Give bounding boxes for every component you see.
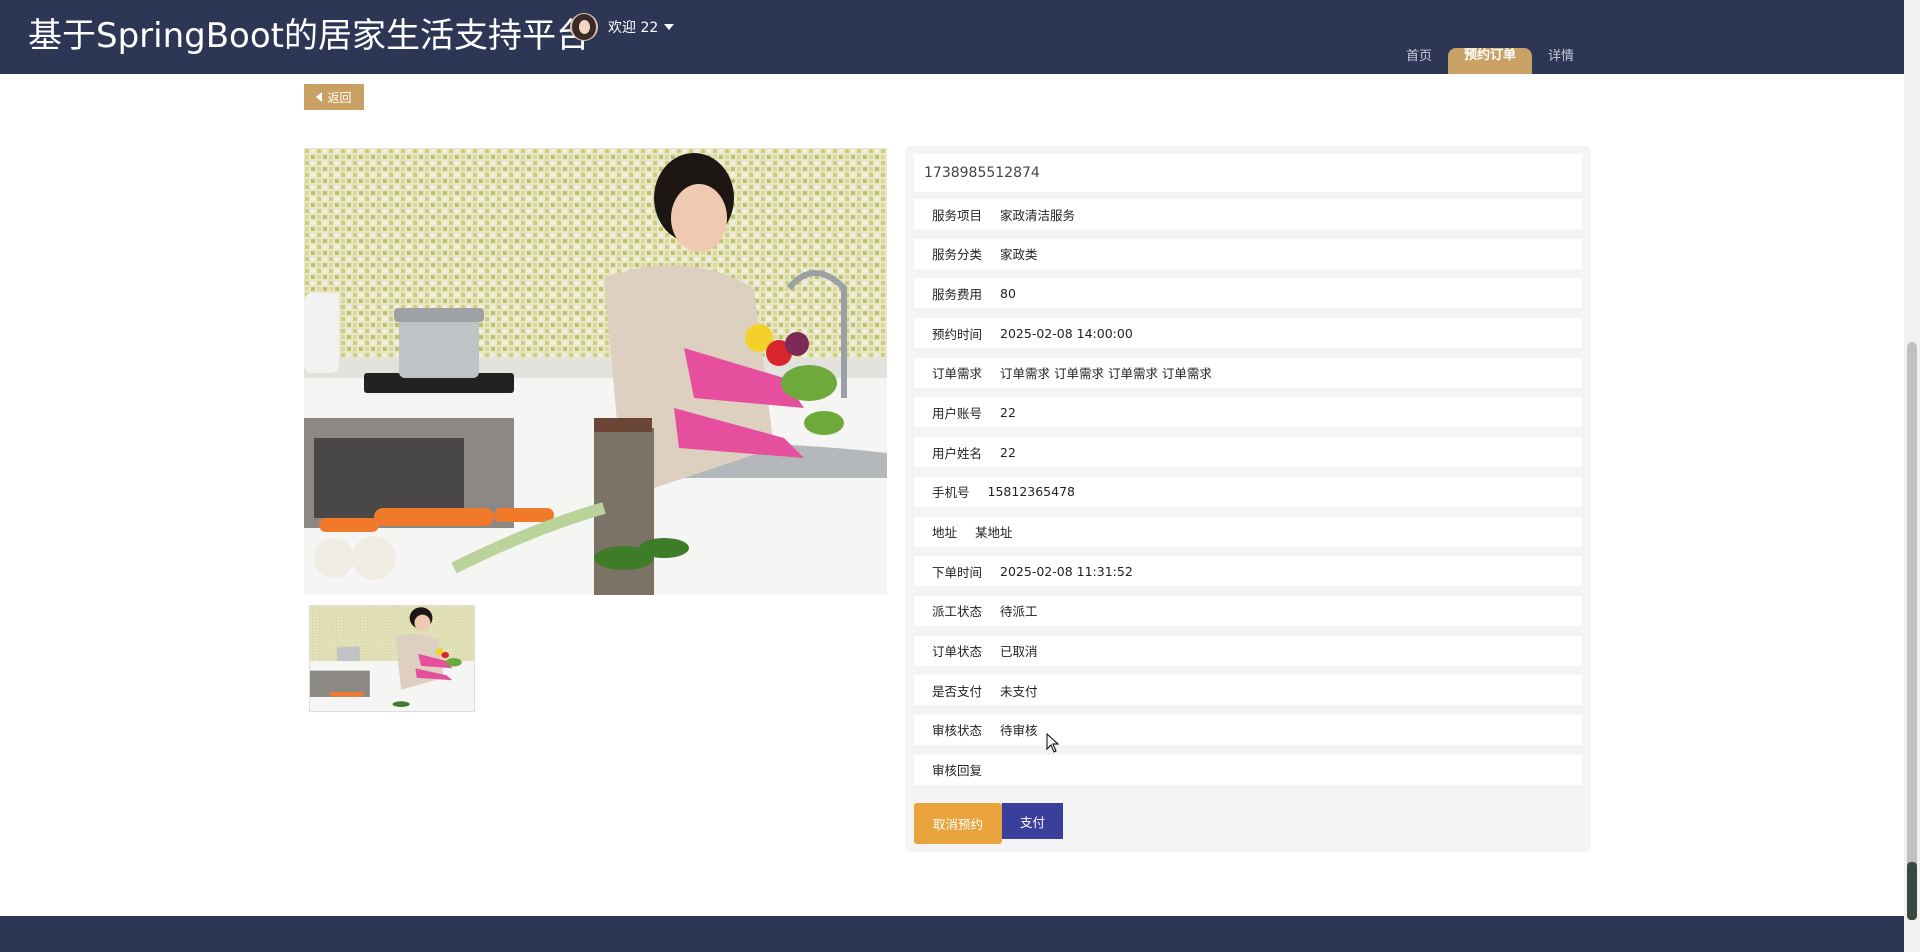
back-button-label: 返回 xyxy=(327,90,352,105)
mouse-cursor-icon xyxy=(1046,733,1060,753)
side-widget[interactable] xyxy=(1907,862,1917,920)
nav-item-detail[interactable]: 详情 xyxy=(1532,48,1590,74)
field-row-payment-status: 是否支付 未支付 xyxy=(914,675,1582,706)
field-label: 服务费用 xyxy=(932,286,983,302)
field-value: 2025-02-08 11:31:52 xyxy=(1000,563,1133,579)
field-row-service-item: 服务项目 家政清洁服务 xyxy=(914,199,1582,229)
field-row-appointment-time: 预约时间 2025-02-08 14:00:00 xyxy=(914,318,1582,349)
field-row-review-status: 审核状态 待审核 xyxy=(914,714,1582,745)
field-row-user-name: 用户姓名 22 xyxy=(914,437,1582,468)
field-value: 待派工 xyxy=(1000,604,1038,620)
field-row-review-reply: 审核回复 xyxy=(914,754,1582,785)
field-value: 已取消 xyxy=(1000,644,1038,660)
thumbnail-image[interactable] xyxy=(309,605,475,712)
field-label: 地址 xyxy=(932,525,958,540)
field-label: 订单状态 xyxy=(932,644,983,660)
caret-left-icon xyxy=(316,92,323,102)
back-button[interactable]: 返回 xyxy=(304,84,364,110)
field-row-address: 地址 某地址 xyxy=(914,516,1582,547)
field-row-service-category: 服务分类 家政类 xyxy=(914,238,1582,269)
scrollbar-thumb[interactable] xyxy=(1907,342,1917,920)
field-value: 2025-02-08 14:00:00 xyxy=(1000,325,1133,341)
field-row-order-time: 下单时间 2025-02-08 11:31:52 xyxy=(914,556,1582,587)
field-label: 用户账号 xyxy=(932,405,983,421)
field-label: 服务分类 xyxy=(932,247,983,263)
field-value: 未支付 xyxy=(1000,683,1038,699)
field-row-phone: 手机号 15812365478 xyxy=(914,476,1582,507)
field-label: 派工状态 xyxy=(932,604,983,620)
caret-down-icon[interactable] xyxy=(664,24,675,30)
field-value: 家政类 xyxy=(1000,247,1038,263)
field-label: 预约时间 xyxy=(932,326,983,342)
top-nav: 首页 预约订单 详情 xyxy=(1390,48,1590,74)
field-label: 审核状态 xyxy=(932,723,983,739)
field-label: 用户姓名 xyxy=(932,445,983,461)
cancel-appointment-button[interactable]: 取消预约 xyxy=(914,803,1002,844)
field-label: 是否支付 xyxy=(932,683,983,699)
field-value: 待审核 xyxy=(1000,723,1038,739)
order-actions: 取消预约 支付 xyxy=(914,803,1063,844)
field-value: 80 xyxy=(1000,285,1016,301)
welcome-text[interactable]: 欢迎 22 xyxy=(608,17,658,37)
order-number: 1738985512874 xyxy=(914,154,1582,192)
field-row-dispatch-status: 派工状态 待派工 xyxy=(914,595,1582,626)
field-row-order-status: 订单状态 已取消 xyxy=(914,635,1582,666)
field-value: 订单需求 订单需求 订单需求 订单需求 xyxy=(1000,366,1212,382)
top-header: 基于SpringBoot的居家生活支持平台 欢迎 22 首页 预约订单 详情 xyxy=(0,0,1904,74)
order-field-list: 服务项目 家政清洁服务 服务分类 家政类 服务费用 80 预约时间 2025-02-08… xyxy=(914,199,1582,794)
avatar[interactable] xyxy=(570,13,598,41)
field-row-service-fee: 服务费用 80 xyxy=(914,278,1582,309)
field-row-user-account: 用户账号 22 xyxy=(914,397,1582,428)
page-footer xyxy=(0,916,1904,952)
nav-item-home[interactable]: 首页 xyxy=(1390,48,1448,74)
field-value: 22 xyxy=(1000,404,1016,420)
field-value: 22 xyxy=(1000,444,1016,460)
nav-item-orders[interactable]: 预约订单 xyxy=(1448,48,1533,74)
field-label: 下单时间 xyxy=(932,564,983,580)
field-value: 某地址 xyxy=(975,525,1013,540)
field-label: 审核回复 xyxy=(932,763,983,779)
page-scrollbar[interactable] xyxy=(1904,0,1920,952)
field-value: 15812365478 xyxy=(987,484,1075,500)
field-row-order-requirement: 订单需求 订单需求 订单需求 订单需求 订单需求 xyxy=(914,357,1582,388)
user-menu[interactable]: 欢迎 22 xyxy=(570,12,675,42)
field-label: 订单需求 xyxy=(932,366,983,382)
pay-button[interactable]: 支付 xyxy=(1002,803,1063,839)
field-label: 服务项目 xyxy=(932,207,983,223)
site-title: 基于SpringBoot的居家生活支持平台 xyxy=(28,16,590,56)
service-image xyxy=(304,148,887,595)
field-value: 家政清洁服务 xyxy=(1000,207,1076,223)
field-label: 手机号 xyxy=(932,485,970,501)
